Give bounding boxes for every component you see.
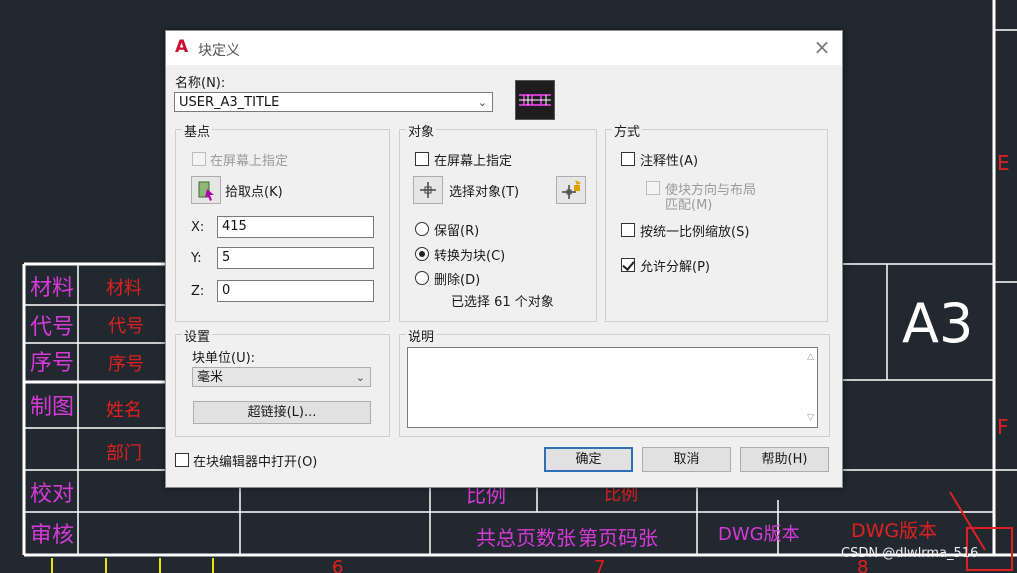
bottom-value: DWG版本: [851, 520, 937, 542]
bottom-label: 第页码张: [578, 526, 658, 550]
help-button[interactable]: 帮助(H): [740, 447, 829, 472]
zone-letter: F: [997, 415, 1009, 439]
name-combobox[interactable]: USER_A3_TITLE ⌄: [174, 92, 493, 112]
mid-table-value: 材料: [106, 278, 142, 299]
bottom-label: DWG版本: [718, 524, 800, 545]
convert-to-block-label: 转换为块(C): [434, 249, 506, 264]
allow-exploding-label: 允许分解(P): [640, 260, 710, 275]
delete-label: 删除(D): [434, 273, 481, 288]
scale-uniformly-checkbox[interactable]: [621, 223, 635, 237]
block-definition-dialog: A 块定义 × 名称(N): USER_A3_TITLE ⌄ 基点 在屏幕上指定…: [165, 30, 843, 488]
annotative-label: 注释性(A): [640, 154, 699, 169]
selected-count-text: 已选择 61 个对象: [451, 295, 554, 310]
match-orientation-checkbox[interactable]: [646, 181, 660, 195]
name-label: 名称(N):: [175, 76, 226, 91]
block-unit-select[interactable]: 毫米 ⌄: [192, 367, 371, 387]
pick-point-label: 拾取点(K): [225, 185, 283, 200]
behavior-title: 方式: [612, 121, 643, 140]
select-objects-button[interactable]: [413, 176, 443, 204]
mid-table-value: 序号: [108, 354, 144, 375]
sheet-size-label: A3: [902, 292, 973, 355]
scroll-down-icon[interactable]: ▽: [807, 413, 814, 423]
zone-number: 7: [594, 557, 605, 573]
dialog-titlebar[interactable]: A 块定义 ×: [166, 31, 842, 65]
x-value: 415: [222, 219, 247, 234]
yellow-tick-lines: [51, 558, 214, 573]
z-label: Z:: [191, 284, 205, 299]
description-title: 说明: [406, 326, 437, 345]
pick-point-icon: [198, 181, 214, 201]
settings-title: 设置: [182, 326, 213, 345]
close-icon[interactable]: ×: [812, 37, 832, 57]
retain-radio[interactable]: [415, 222, 429, 236]
convert-to-block-radio[interactable]: [415, 247, 429, 261]
retain-label: 保留(R): [434, 224, 480, 239]
objects-specify-on-screen-label: 在屏幕上指定: [434, 154, 513, 169]
y-field[interactable]: 5: [217, 247, 374, 269]
x-field[interactable]: 415: [217, 216, 374, 238]
crosshair-icon: [420, 182, 436, 198]
mid-table-value: 姓名: [106, 400, 142, 421]
y-value: 5: [222, 250, 231, 265]
zone-number: 6: [332, 557, 343, 573]
annotative-checkbox[interactable]: [621, 152, 635, 166]
bottom-value: 比例: [604, 485, 638, 505]
left-table-label: 审核: [30, 523, 74, 548]
base-specify-on-screen-label: 在屏幕上指定: [210, 154, 289, 169]
left-table-label: 代号: [30, 315, 74, 340]
allow-exploding-checkbox[interactable]: [621, 258, 635, 272]
pick-point-button[interactable]: [191, 176, 221, 204]
left-table-label: 制图: [30, 395, 74, 420]
dialog-title: 块定义: [198, 43, 240, 59]
x-label: X:: [191, 220, 205, 235]
objects-specify-on-screen-checkbox[interactable]: [415, 152, 429, 166]
left-table-label: 序号: [30, 351, 74, 376]
y-label: Y:: [191, 251, 202, 266]
chevron-down-icon[interactable]: ⌄: [356, 368, 365, 388]
block-unit-value: 毫米: [197, 370, 224, 385]
mid-table-value: 代号: [108, 316, 144, 337]
open-in-editor-checkbox[interactable]: [175, 453, 189, 467]
left-table-label: 材料: [30, 276, 74, 301]
bottom-label: 共总页数张: [476, 526, 576, 550]
quick-select-button[interactable]: [556, 176, 586, 204]
ok-button[interactable]: 确定: [544, 447, 633, 472]
autocad-app-icon: A: [175, 37, 189, 57]
block-preview-image: [515, 80, 555, 120]
delete-radio[interactable]: [415, 271, 429, 285]
cancel-button[interactable]: 取消: [642, 447, 731, 472]
quick-select-icon: [562, 180, 581, 199]
chevron-down-icon[interactable]: ⌄: [478, 93, 487, 113]
zone-letter: E: [997, 151, 1010, 175]
objects-title: 对象: [406, 121, 437, 140]
left-table-label: 校对: [30, 482, 74, 507]
hyperlink-button[interactable]: 超链接(L)...: [193, 401, 371, 424]
mid-table-value: 部门: [106, 443, 142, 464]
base-point-title: 基点: [182, 121, 213, 140]
base-specify-on-screen-checkbox[interactable]: [192, 152, 206, 166]
scroll-up-icon[interactable]: △: [807, 352, 814, 362]
z-field[interactable]: 0: [217, 280, 374, 302]
block-unit-label: 块单位(U):: [192, 351, 256, 366]
open-in-editor-label: 在块编辑器中打开(O): [193, 455, 318, 470]
description-textarea[interactable]: △ ▽: [407, 347, 818, 428]
select-objects-label: 选择对象(T): [449, 185, 520, 200]
scale-uniformly-label: 按统一比例缩放(S): [640, 225, 750, 240]
csdn-watermark: CSDN @dlwlrma_516: [841, 546, 979, 561]
z-value: 0: [222, 283, 231, 298]
name-value: USER_A3_TITLE: [179, 95, 280, 110]
match-orientation-label-line2: 匹配(M): [665, 198, 713, 213]
